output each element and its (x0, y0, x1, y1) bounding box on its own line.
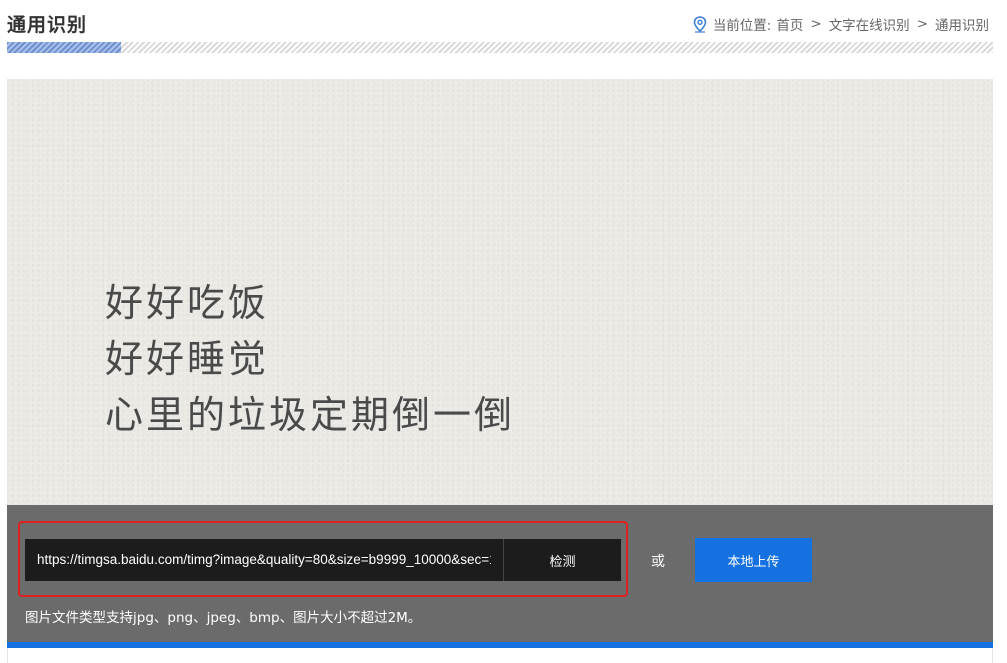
preview-text-line: 心里的垃圾定期倒一倒 (105, 393, 516, 437)
page: 通用识别 当前位置: 首页 > 文字在线识别 > 通用识别 好好吃饭 好好睡觉 … (0, 0, 1007, 663)
result-area (7, 648, 993, 663)
location-pin-icon (693, 15, 707, 33)
preview-image: 好好吃饭 好好睡觉 心里的垃圾定期倒一倒 (7, 79, 993, 505)
local-upload-button[interactable]: 本地上传 (695, 538, 812, 582)
breadcrumb-home-link[interactable]: 首页 (776, 14, 803, 34)
preview-text-line: 好好睡觉 (105, 337, 270, 381)
preview-image-text: 好好吃饭 好好睡觉 心里的垃圾定期倒一倒 (105, 275, 515, 443)
image-url-input[interactable] (25, 539, 503, 581)
breadcrumb-separator: > (810, 16, 822, 32)
file-type-hint: 图片文件类型支持jpg、png、jpeg、bmp、图片大小不超过2M。 (25, 610, 422, 626)
detect-button[interactable]: 检测 (503, 539, 621, 581)
header-divider-accent (7, 42, 121, 53)
page-header: 通用识别 当前位置: 首页 > 文字在线识别 > 通用识别 (7, 0, 993, 42)
breadcrumb-current: 通用识别 (935, 18, 989, 34)
or-label: 或 (651, 554, 665, 570)
page-title: 通用识别 (7, 14, 88, 36)
header-divider (7, 42, 993, 53)
preview-text-line: 好好吃饭 (105, 281, 270, 325)
breadcrumb-ocr-link[interactable]: 文字在线识别 (829, 14, 910, 34)
breadcrumb: 当前位置: 首页 > 文字在线识别 > 通用识别 (693, 14, 989, 34)
breadcrumb-separator: > (916, 16, 928, 32)
control-bar: 检测 或 本地上传 图片文件类型支持jpg、png、jpeg、bmp、图片大小不… (7, 505, 993, 642)
breadcrumb-prefix: 当前位置: (712, 18, 772, 34)
